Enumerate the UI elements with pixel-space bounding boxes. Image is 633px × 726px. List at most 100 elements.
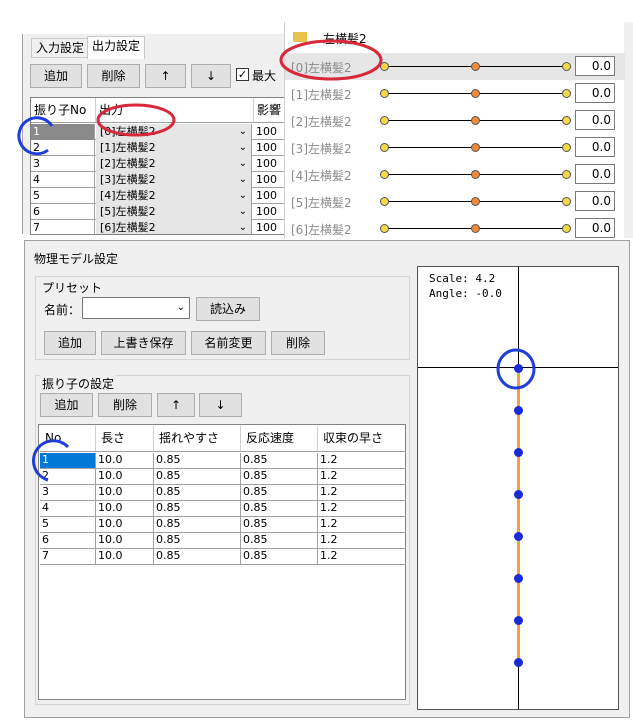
sway-cell[interactable]: 0.85 [154,469,241,484]
convergence-cell[interactable]: 1.2 [318,533,406,548]
vertical-scrollbar[interactable] [624,22,633,238]
slider-value-knob[interactable] [471,143,480,152]
output-down-button[interactable]: ↓ [191,64,231,88]
table-row[interactable]: 3 [2]左横髪2 ⌄ 100 [31,156,287,172]
no-cell[interactable]: 7 [40,549,96,564]
sway-cell[interactable]: 0.85 [154,485,241,500]
slider-max-knob[interactable] [562,89,571,98]
slider-max-knob[interactable] [562,143,571,152]
preset-add-button[interactable]: 追加 [44,331,96,355]
table-row[interactable]: 6 [5]左横髪2 ⌄ 100 [31,204,287,220]
col-header-output[interactable]: 出力 [96,98,254,123]
morph-value-input[interactable]: 0.0 [575,110,615,130]
length-cell[interactable]: 10.0 [96,485,154,500]
slider-max-knob[interactable] [562,197,571,206]
table-row[interactable]: 6 10.0 0.85 0.85 1.2 [40,533,406,549]
col-header-convergence[interactable]: 収束の早さ [318,426,406,452]
output-select-cell[interactable]: [4]左横髪2 ⌄ [96,188,252,204]
response-cell[interactable]: 0.85 [241,549,318,564]
morph-value-input[interactable]: 0.0 [575,164,615,184]
influence-cell[interactable]: 100 [254,188,287,204]
convergence-cell[interactable]: 1.2 [318,469,406,484]
convergence-cell[interactable]: 1.2 [318,549,406,564]
table-row[interactable]: 4 [3]左横髪2 ⌄ 100 [31,172,287,188]
morph-value-input[interactable]: 0.0 [575,56,615,76]
output-up-button[interactable]: ↑ [145,64,186,88]
pendulum-no-cell[interactable]: 1 [31,124,95,140]
preset-name-select[interactable]: ⌄ [82,297,190,319]
influence-cell[interactable]: 100 [254,140,287,156]
table-row[interactable]: 1 10.0 0.85 0.85 1.2 [40,453,406,469]
table-row[interactable]: 5 10.0 0.85 0.85 1.2 [40,517,406,533]
convergence-cell[interactable]: 1.2 [318,501,406,516]
response-cell[interactable]: 0.85 [241,533,318,548]
no-cell[interactable]: 3 [40,485,96,500]
pendulum-no-cell[interactable]: 7 [31,220,95,234]
table-row[interactable]: 7 [6]左横髪2 ⌄ 100 [31,220,287,234]
col-header-length[interactable]: 長さ [96,426,154,452]
influence-cell[interactable]: 100 [254,220,287,234]
pendulum-preview-canvas[interactable]: Scale: 4.2 Angle: -0.0 [417,266,619,710]
pendulum-add-button[interactable]: 追加 [40,393,93,417]
length-cell[interactable]: 10.0 [96,501,154,516]
convergence-cell[interactable]: 1.2 [318,517,406,532]
sway-cell[interactable]: 0.85 [154,453,241,468]
pendulum-no-cell[interactable]: 4 [31,172,95,188]
preset-load-button[interactable]: 読込み [196,297,260,321]
col-header-pendulum-no[interactable]: 振り子No [31,98,96,123]
tab-input-settings[interactable]: 入力設定 [31,38,90,58]
col-header-no[interactable]: No [40,426,96,452]
influence-cell[interactable]: 100 [254,172,287,188]
convergence-cell[interactable]: 1.2 [318,453,406,468]
table-row[interactable]: 7 10.0 0.85 0.85 1.2 [40,549,406,565]
slider-min-knob[interactable] [380,197,389,206]
morph-value-input[interactable]: 0.0 [575,83,615,103]
response-cell[interactable]: 0.85 [241,501,318,516]
table-row[interactable]: 5 [4]左横髪2 ⌄ 100 [31,188,287,204]
pendulum-no-cell[interactable]: 2 [31,140,95,156]
response-cell[interactable]: 0.85 [241,485,318,500]
slider-max-knob[interactable] [562,224,571,233]
sway-cell[interactable]: 0.85 [154,533,241,548]
no-cell[interactable]: 4 [40,501,96,516]
pendulum-up-button[interactable]: ↑ [157,393,195,417]
no-cell[interactable]: 6 [40,533,96,548]
pendulum-delete-button[interactable]: 削除 [98,393,152,417]
no-cell[interactable]: 5 [40,517,96,532]
slider-min-knob[interactable] [380,62,389,71]
output-select-cell[interactable]: [3]左横髪2 ⌄ [96,172,252,188]
convergence-cell[interactable]: 1.2 [318,485,406,500]
output-select-cell[interactable]: [2]左横髪2 ⌄ [96,156,252,172]
influence-cell[interactable]: 100 [254,204,287,220]
preset-overwrite-button[interactable]: 上書き保存 [101,331,186,355]
slider-max-knob[interactable] [562,116,571,125]
slider-value-knob[interactable] [471,197,480,206]
response-cell[interactable]: 0.85 [241,469,318,484]
table-row[interactable]: 2 [1]左横髪2 ⌄ 100 [31,140,287,156]
slider-min-knob[interactable] [380,89,389,98]
table-row[interactable]: 3 10.0 0.85 0.85 1.2 [40,485,406,501]
slider-value-knob[interactable] [471,89,480,98]
slider-max-knob[interactable] [562,62,571,71]
morph-value-input[interactable]: 0.0 [575,218,615,238]
slider-min-knob[interactable] [380,116,389,125]
slider-value-knob[interactable] [471,170,480,179]
influence-cell[interactable]: 100 [254,124,287,140]
length-cell[interactable]: 10.0 [96,533,154,548]
sway-cell[interactable]: 0.85 [154,501,241,516]
table-row[interactable]: 1 [0]左横髪2 ⌄ 100 [31,124,287,140]
length-cell[interactable]: 10.0 [96,517,154,532]
table-row[interactable]: 2 10.0 0.85 0.85 1.2 [40,469,406,485]
no-cell[interactable]: 1 [40,453,96,468]
response-cell[interactable]: 0.85 [241,453,318,468]
sway-cell[interactable]: 0.85 [154,549,241,564]
output-add-button[interactable]: 追加 [30,64,82,88]
morph-value-input[interactable]: 0.0 [575,137,615,157]
output-select-cell[interactable]: [1]左横髪2 ⌄ [96,140,252,156]
output-delete-button[interactable]: 削除 [87,64,140,88]
output-select-cell[interactable]: [0]左横髪2 ⌄ [96,124,252,140]
slider-value-knob[interactable] [471,224,480,233]
morph-value-input[interactable]: 0.0 [575,191,615,211]
response-cell[interactable]: 0.85 [241,517,318,532]
sway-cell[interactable]: 0.85 [154,517,241,532]
